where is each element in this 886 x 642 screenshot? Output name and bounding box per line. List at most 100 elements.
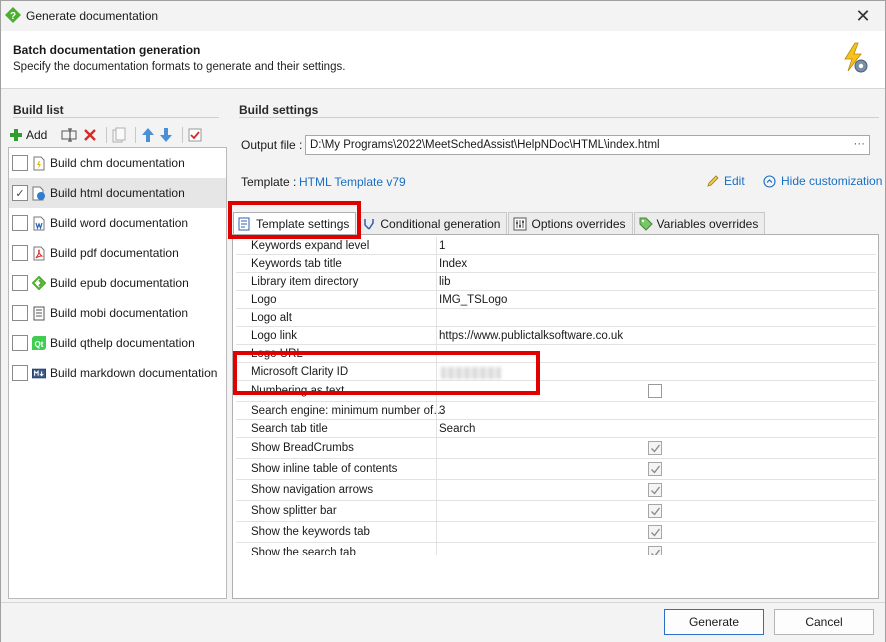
- setting-value[interactable]: 1: [439, 240, 445, 252]
- mobi-icon: [32, 305, 46, 321]
- settings-row[interactable]: Search tab title Search: [236, 420, 876, 438]
- settings-row[interactable]: Logo IMG_TSLogo: [236, 291, 876, 309]
- settings-row[interactable]: Library item directory lib: [236, 273, 876, 291]
- edit-template-link[interactable]: Edit: [706, 174, 745, 188]
- output-file-label: Output file :: [241, 138, 303, 152]
- dialog-header: Batch documentation generation Specify t…: [1, 31, 885, 89]
- browse-button[interactable]: ···: [854, 137, 866, 151]
- rename-icon: [61, 128, 77, 142]
- toolbar-separator: [106, 127, 108, 143]
- window-title: Generate documentation: [26, 9, 159, 23]
- build-item-label: Build word documentation: [50, 216, 189, 230]
- column-divider: [436, 420, 437, 438]
- settings-row[interactable]: Show inline table of contents: [236, 459, 876, 480]
- settings-row[interactable]: Show the search tab: [236, 543, 876, 555]
- setting-checkbox-checked[interactable]: [648, 483, 662, 497]
- setting-name: Show BreadCrumbs: [251, 442, 354, 454]
- toolbar-separator: [135, 127, 137, 143]
- generate-button[interactable]: Generate: [664, 609, 764, 635]
- build-item-mobi[interactable]: Build mobi documentation: [9, 298, 226, 328]
- build-item-checkbox[interactable]: [12, 275, 28, 291]
- settings-row[interactable]: Search engine: minimum number of… 3: [236, 402, 876, 420]
- lightning-gear-icon: [844, 42, 868, 73]
- setting-checkbox-checked[interactable]: [648, 462, 662, 476]
- pdf-icon: [32, 245, 46, 261]
- build-item-checkbox[interactable]: [12, 305, 28, 321]
- hide-customization-link[interactable]: Hide customization: [763, 174, 882, 188]
- build-item-word[interactable]: Build word documentation: [9, 208, 226, 238]
- setting-value[interactable]: https://www.publictalksoftware.co.uk: [439, 330, 623, 342]
- setting-checkbox-checked[interactable]: [648, 546, 662, 555]
- settings-row[interactable]: Logo URL: [236, 345, 876, 363]
- settings-row[interactable]: Show the keywords tab: [236, 522, 876, 543]
- column-divider: [436, 273, 437, 291]
- build-list: Build chm documentation ✓ Build html doc…: [8, 147, 227, 599]
- build-item-html[interactable]: ✓ Build html documentation: [9, 178, 226, 208]
- setting-name: Numbering as text: [251, 385, 345, 397]
- close-button[interactable]: ✕: [851, 6, 875, 26]
- build-item-checkbox[interactable]: ✓: [12, 185, 28, 201]
- output-file-field[interactable]: D:\My Programs\2022\MeetSchedAssist\Help…: [305, 135, 870, 155]
- build-item-markdown[interactable]: Build markdown documentation: [9, 358, 226, 388]
- check-icon: [650, 549, 660, 555]
- build-item-checkbox[interactable]: [12, 155, 28, 171]
- delete-icon: [84, 129, 97, 141]
- settings-row[interactable]: Keywords expand level 1: [236, 237, 876, 255]
- build-item-epub[interactable]: Build epub documentation: [9, 268, 226, 298]
- build-item-checkbox[interactable]: [12, 365, 28, 381]
- tab-label: Template settings: [256, 217, 350, 231]
- setting-checkbox-checked[interactable]: [648, 525, 662, 539]
- column-divider: [436, 522, 437, 543]
- settings-row[interactable]: Show BreadCrumbs: [236, 438, 876, 459]
- build-item-qthelp[interactable]: Qt Build qthelp documentation: [9, 328, 226, 358]
- build-item-checkbox[interactable]: [12, 245, 28, 261]
- settings-row[interactable]: Microsoft Clarity ID: [236, 363, 876, 381]
- setting-value[interactable]: IMG_TSLogo: [439, 294, 507, 306]
- build-item-chm[interactable]: Build chm documentation: [9, 148, 226, 178]
- build-item-label: Build qthelp documentation: [50, 336, 195, 350]
- setting-checkbox-checked[interactable]: [648, 441, 662, 455]
- copy-icon: [112, 127, 126, 143]
- column-divider: [436, 327, 437, 345]
- pencil-icon: [707, 175, 719, 187]
- tab-variables-overrides[interactable]: Variables overrides: [633, 212, 766, 234]
- delete-button[interactable]: [83, 125, 97, 145]
- setting-checkbox[interactable]: [648, 384, 662, 398]
- setting-value[interactable]: 3: [439, 405, 445, 417]
- rename-button[interactable]: [61, 125, 79, 145]
- build-item-label: Build markdown documentation: [50, 366, 218, 380]
- settings-row[interactable]: Logo alt: [236, 309, 876, 327]
- template-label: Template :: [241, 175, 297, 189]
- setting-name: Show inline table of contents: [251, 463, 398, 475]
- tab-conditional-generation[interactable]: Conditional generation: [357, 212, 508, 234]
- setting-name: Logo URL: [251, 348, 303, 360]
- tab-options-overrides[interactable]: Options overrides: [508, 212, 633, 234]
- setting-value[interactable]: Index: [439, 258, 467, 270]
- settings-row[interactable]: Numbering as text: [236, 381, 876, 402]
- add-button[interactable]: Add: [9, 125, 47, 145]
- cancel-button[interactable]: Cancel: [774, 609, 874, 635]
- settings-row[interactable]: Show splitter bar: [236, 501, 876, 522]
- check-icon: [650, 444, 660, 453]
- settings-row[interactable]: Keywords tab title Index: [236, 255, 876, 273]
- tab-label: Conditional generation: [380, 216, 501, 231]
- template-settings-icon: [238, 217, 252, 231]
- build-item-checkbox[interactable]: [12, 215, 28, 231]
- setting-value[interactable]: lib: [439, 276, 451, 288]
- check-all-button[interactable]: [188, 125, 202, 145]
- copy-button[interactable]: [112, 125, 126, 145]
- build-list-heading: Build list: [13, 103, 64, 117]
- build-item-pdf[interactable]: Build pdf documentation: [9, 238, 226, 268]
- tab-template-settings[interactable]: Template settings: [233, 212, 357, 235]
- move-down-button[interactable]: [159, 125, 173, 145]
- setting-checkbox-checked[interactable]: [648, 504, 662, 518]
- settings-row[interactable]: Show navigation arrows: [236, 480, 876, 501]
- template-link[interactable]: HTML Template v79: [299, 175, 406, 189]
- settings-row[interactable]: Logo link https://www.publictalksoftware.…: [236, 327, 876, 345]
- build-settings-heading: Build settings: [239, 103, 319, 117]
- build-item-checkbox[interactable]: [12, 335, 28, 351]
- check-icon: [650, 528, 660, 537]
- output-file-value: D:\My Programs\2022\MeetSchedAssist\Help…: [310, 139, 660, 151]
- setting-value[interactable]: Search: [439, 423, 475, 435]
- move-up-button[interactable]: [141, 125, 155, 145]
